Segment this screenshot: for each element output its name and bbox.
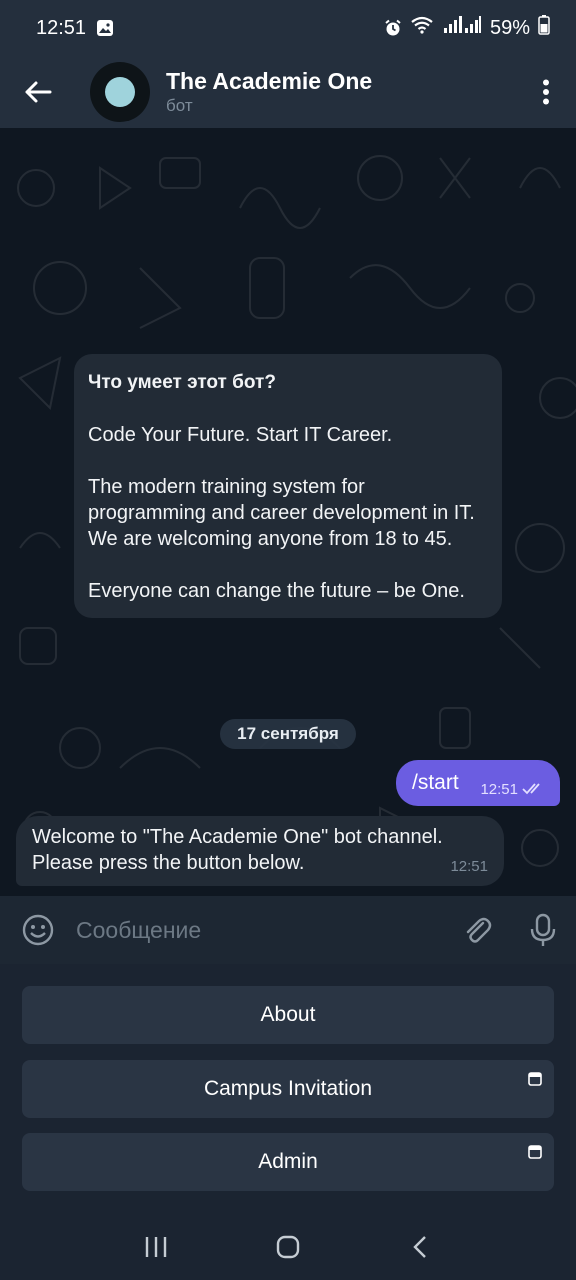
emoji-button[interactable]: [0, 914, 76, 946]
chat-title: The Academie One: [166, 68, 373, 94]
bot-info-card: Что умеет этот бот? Code Your Future. St…: [74, 354, 502, 618]
keyboard-button-about[interactable]: About: [22, 986, 554, 1044]
info-card-title: Что умеет этот бот?: [88, 372, 276, 393]
window-icon: [528, 1072, 542, 1086]
info-card-paragraph: Everyone can change the future – be One.: [88, 580, 465, 602]
incoming-message-time: 12:51: [450, 858, 488, 875]
chat-area[interactable]: Что умеет этот бот? Code Your Future. St…: [0, 128, 576, 896]
keyboard-button-label: Campus Invitation: [203, 1077, 373, 1100]
chat-header: The Academie One бот: [0, 56, 576, 128]
battery-text: 59%: [489, 16, 530, 39]
incoming-message-text: Welcome to "The Academie One" bot channe…: [32, 826, 443, 874]
signal-icon: [442, 16, 482, 40]
keyboard-button-label: Admin: [258, 1150, 318, 1173]
nav-home-button[interactable]: [258, 1217, 318, 1277]
chevron-left-icon: [413, 1236, 426, 1258]
battery-icon: [538, 15, 550, 41]
keyboard-button-admin[interactable]: Admin: [22, 1133, 554, 1191]
status-right: 59%: [384, 15, 550, 41]
back-button[interactable]: [0, 56, 76, 128]
status-bar: 12:51 59%: [0, 0, 576, 56]
info-card-paragraph: Code Your Future. Start IT Career.: [88, 424, 393, 446]
keyboard-button-label: About: [260, 1003, 316, 1026]
system-nav-bar: [0, 1214, 576, 1280]
message-input[interactable]: [76, 916, 444, 944]
status-time: 12:51: [36, 16, 87, 39]
outgoing-message[interactable]: /start 12:51: [396, 760, 560, 806]
nav-recents-button[interactable]: [126, 1217, 186, 1277]
wifi-icon: [410, 16, 434, 40]
more-vertical-icon: [543, 79, 549, 105]
keyboard-button-campus-invitation[interactable]: Campus Invitation: [22, 1060, 554, 1118]
microphone-icon: [530, 913, 556, 946]
emoji-icon: [22, 914, 54, 946]
more-menu-button[interactable]: [516, 56, 576, 128]
window-icon: [528, 1145, 542, 1159]
info-card-paragraph: The modern training system for programmi…: [88, 476, 475, 550]
date-separator: 17 сентября: [220, 719, 356, 749]
gallery-notification-icon: [96, 19, 114, 37]
status-left: 12:51: [36, 17, 114, 40]
message-composer: [0, 896, 576, 964]
chat-subtitle: бот: [166, 96, 193, 115]
home-icon: [276, 1235, 300, 1259]
avatar[interactable]: [90, 62, 150, 122]
double-check-icon: [522, 783, 540, 795]
bot-keyboard: About Campus Invitation Admin: [0, 964, 576, 1214]
attach-button[interactable]: [444, 914, 510, 946]
incoming-message[interactable]: Welcome to "The Academie One" bot channe…: [16, 816, 504, 886]
outgoing-message-time: 12:51: [480, 780, 518, 798]
avatar-logo: [105, 77, 135, 107]
arrow-left-icon: [25, 81, 52, 103]
recents-icon: [145, 1237, 167, 1257]
chat-title-block[interactable]: The Academie One бот: [166, 67, 516, 117]
paperclip-icon: [466, 917, 492, 943]
nav-back-button[interactable]: [390, 1217, 450, 1277]
outgoing-message-text: /start: [412, 771, 459, 794]
microphone-button[interactable]: [510, 913, 576, 947]
alarm-icon: [384, 19, 402, 37]
